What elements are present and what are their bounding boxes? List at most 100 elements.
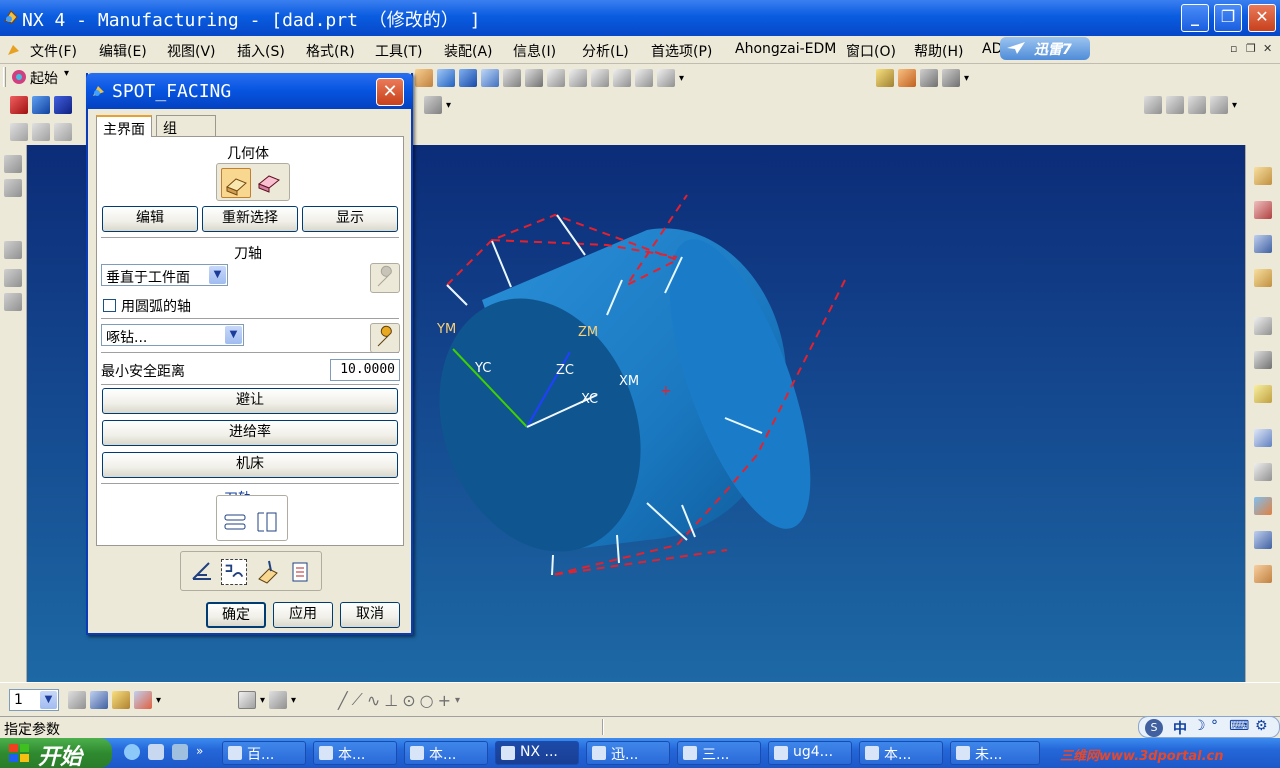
tab-main[interactable]: 主界面: [96, 115, 152, 138]
machine-view-icon[interactable]: [4, 269, 22, 287]
menu-window[interactable]: 窗口(O): [846, 41, 896, 61]
show-desktop-icon[interactable]: [148, 744, 164, 760]
taskbar-item[interactable]: 三...: [677, 741, 761, 765]
ok-button[interactable]: 确定: [206, 602, 266, 628]
process-studio-icon[interactable]: [1254, 531, 1272, 549]
menu-app-icon[interactable]: [6, 42, 22, 58]
zoom-icon[interactable]: [10, 123, 28, 141]
taskbar-item[interactable]: 本...: [404, 741, 488, 765]
measure-distance-icon[interactable]: [876, 69, 894, 87]
geometry-display-button[interactable]: 显示: [302, 206, 398, 232]
part-navigator-icon[interactable]: [4, 179, 22, 197]
explorer-icon[interactable]: [172, 744, 188, 760]
workpiece-geometry-icon[interactable]: [221, 168, 251, 198]
toolbar-more-icon[interactable]: ▾: [679, 73, 684, 84]
minimize-button[interactable]: _: [1181, 4, 1209, 32]
help-icon[interactable]: [1254, 385, 1272, 403]
measure-more-icon[interactable]: ▾: [964, 73, 969, 84]
taskbar-item[interactable]: ug4...: [768, 741, 852, 765]
line-tangent-icon[interactable]: ⟋: [352, 690, 363, 710]
menu-tools[interactable]: 工具(T): [375, 41, 422, 61]
layer-select[interactable]: 1 ▼: [9, 689, 59, 711]
draft-icon[interactable]: [657, 69, 675, 87]
ime-toolbar[interactable]: S 中 ☽ ° ⌨ ⚙: [1138, 716, 1280, 738]
start-button[interactable]: 开始: [0, 738, 112, 768]
measure-angle-icon[interactable]: [898, 69, 916, 87]
offset-icon[interactable]: [613, 69, 631, 87]
use-arc-axis-checkbox[interactable]: [103, 299, 116, 312]
verify-toolpath-icon[interactable]: [54, 96, 72, 114]
chamfer-icon[interactable]: [591, 69, 609, 87]
taskbar-item[interactable]: 本...: [859, 741, 943, 765]
spline-icon[interactable]: ∿: [367, 691, 380, 710]
chevron-down-icon[interactable]: ▼: [40, 691, 57, 709]
roles-icon[interactable]: [1254, 351, 1272, 369]
cycle-type-select[interactable]: 啄钻... ▼: [101, 324, 244, 346]
web-browser-icon[interactable]: [1254, 565, 1272, 583]
color-icon[interactable]: [134, 691, 152, 709]
op-icon-3[interactable]: [1188, 96, 1206, 114]
ime-logo-icon[interactable]: S: [1145, 719, 1163, 737]
cylinder-icon[interactable]: [437, 69, 455, 87]
circle-icon[interactable]: ○: [420, 691, 434, 710]
ime-settings-icon[interactable]: ⚙: [1255, 718, 1268, 734]
geometry-edit-button[interactable]: 编辑: [102, 206, 198, 232]
xunlei-floating-badge[interactable]: 迅雷7: [1000, 37, 1090, 60]
menu-info[interactable]: 信息(I): [513, 41, 556, 61]
navigator-icon[interactable]: [4, 155, 22, 173]
program-order-icon[interactable]: [1254, 167, 1272, 185]
verify-operation-icon[interactable]: [255, 559, 281, 585]
start-menu-label[interactable]: 起始: [30, 68, 58, 88]
dialog-close-button[interactable]: ✕: [376, 78, 404, 106]
mdi-close-icon[interactable]: ✕: [1263, 42, 1272, 55]
ime-halfwidth-icon[interactable]: ☽: [1193, 718, 1206, 734]
taskbar-item[interactable]: 本...: [313, 741, 397, 765]
list-operation-icon[interactable]: [287, 559, 313, 585]
menu-assembly[interactable]: 装配(A): [444, 41, 493, 61]
toolbar-grip[interactable]: [3, 67, 6, 87]
taskbar-item[interactable]: 迅...: [586, 741, 670, 765]
selection-icon[interactable]: [269, 691, 288, 709]
taskbar-item-active[interactable]: NX ...: [495, 741, 579, 765]
feed-rate-button[interactable]: 进给率: [102, 420, 398, 446]
shell-icon[interactable]: [525, 69, 543, 87]
tool-axis-select[interactable]: 垂直于工件面 ▼: [101, 264, 228, 286]
line-icon[interactable]: ╱: [338, 691, 348, 710]
geometry-reselect-button[interactable]: 重新选择: [202, 206, 298, 232]
replay-operation-icon[interactable]: [221, 559, 247, 585]
system-materials-icon[interactable]: [1254, 463, 1272, 481]
plus-icon[interactable]: +: [438, 691, 451, 710]
ime-punct-icon[interactable]: °: [1211, 718, 1218, 734]
ie-icon[interactable]: [124, 744, 140, 760]
cycle-wrench-button[interactable]: [370, 323, 400, 353]
ime-chinese-mode[interactable]: 中: [1173, 718, 1187, 738]
face-icon[interactable]: [547, 69, 565, 87]
generate-toolpath-icon[interactable]: [10, 96, 28, 114]
op-icon-4[interactable]: [1210, 96, 1228, 114]
measure-length-icon[interactable]: [942, 69, 960, 87]
operation-navigator-icon[interactable]: [4, 241, 22, 259]
menu-preferences[interactable]: 首选项(P): [651, 41, 712, 61]
operation-more-icon[interactable]: ▾: [1232, 100, 1237, 111]
measure-body-icon[interactable]: [920, 69, 938, 87]
avoid-button[interactable]: 避让: [102, 388, 398, 414]
layer-settings-icon[interactable]: [68, 691, 86, 709]
toolpath-list-icon[interactable]: [255, 510, 279, 534]
geometry-view-icon[interactable]: [4, 293, 22, 311]
selection-more-icon[interactable]: ▾: [291, 695, 296, 706]
history-icon[interactable]: [1254, 429, 1272, 447]
menu-edit[interactable]: 编辑(E): [99, 41, 147, 61]
trim-icon[interactable]: [635, 69, 653, 87]
ime-keyboard-icon[interactable]: ⌨: [1229, 718, 1249, 734]
layer-more-icon[interactable]: ▾: [156, 695, 161, 706]
chevron-down-icon[interactable]: ▼: [225, 326, 242, 344]
menu-insert[interactable]: 插入(S): [237, 41, 285, 61]
pan-icon[interactable]: [32, 123, 50, 141]
mdi-restore-icon[interactable]: ❐: [1246, 42, 1256, 55]
visualization-icon[interactable]: [1254, 497, 1272, 515]
wcs-icon[interactable]: [238, 691, 256, 709]
palette-icon[interactable]: [1254, 317, 1272, 335]
postprocess-icon[interactable]: [424, 96, 442, 114]
rotate-icon[interactable]: [54, 123, 72, 141]
maximize-button[interactable]: ❐: [1214, 4, 1242, 32]
